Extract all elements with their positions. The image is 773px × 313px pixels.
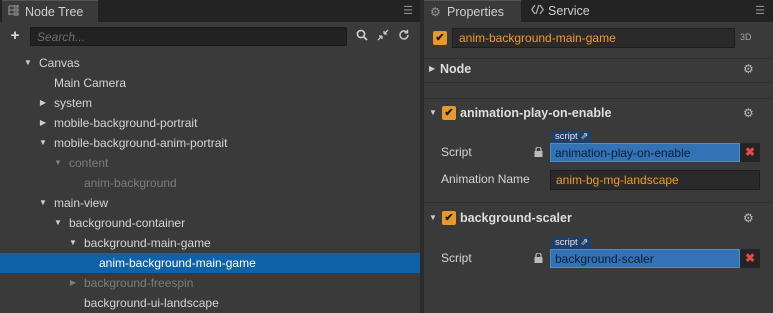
tree-node[interactable]: ▼ content (0, 153, 420, 173)
external-link-icon: ⇗ (580, 237, 589, 248)
tree-node[interactable]: ▶ system (0, 93, 420, 113)
component-title[interactable]: background-scaler (460, 211, 572, 225)
divider (424, 58, 773, 59)
divider (424, 82, 773, 83)
tree-node[interactable]: ▼ background-main-game (0, 233, 420, 253)
lock-icon (534, 146, 544, 157)
collapsed-arrow-icon[interactable]: ▶ (68, 273, 78, 293)
tree-node[interactable]: ▼ background-container (0, 213, 420, 233)
tree-node-label: Main Camera (54, 76, 127, 90)
script-tag-label: script (555, 131, 578, 142)
tab-properties[interactable]: ⚙ Properties (424, 0, 521, 22)
script-field[interactable]: background-scaler (550, 249, 740, 268)
script-field[interactable]: animation-play-on-enable (550, 143, 740, 162)
node-name-field[interactable]: anim-background-main-game (452, 28, 735, 48)
tree-node-label: content (69, 156, 109, 170)
properties-tabbar: ⚙ Properties Service ☰ (424, 0, 773, 22)
refresh-icon[interactable] (397, 29, 411, 45)
tab-service-label: Service (548, 4, 590, 18)
script-label: Script (441, 145, 472, 159)
tree-icon (8, 1, 22, 23)
tree-node-label: anim-background (84, 176, 177, 190)
node-section-title[interactable]: Node (440, 62, 471, 76)
tree-node-label: mobile-background-portrait (54, 116, 198, 130)
divider (424, 202, 773, 203)
tab-properties-label: Properties (447, 5, 504, 19)
tab-service[interactable]: Service (525, 0, 629, 22)
expanded-arrow-icon[interactable]: ▼ (429, 108, 437, 117)
node-enabled-checkbox[interactable]: ✔ (433, 31, 447, 45)
tab-node-tree-label: Node Tree (25, 5, 84, 19)
expanded-arrow-icon[interactable]: ▼ (68, 233, 78, 253)
expanded-arrow-icon[interactable]: ▼ (53, 213, 63, 233)
tree-node[interactable]: Main Camera (0, 73, 420, 93)
expanded-arrow-icon[interactable]: ▼ (38, 133, 48, 153)
service-icon (531, 0, 545, 22)
tree-node-label: Canvas (39, 56, 80, 70)
gear-icon[interactable]: ⚙ (743, 106, 754, 120)
expanded-arrow-icon[interactable]: ▼ (38, 193, 48, 213)
tree-node-label: background-main-game (84, 236, 211, 250)
gear-icon: ⚙ (430, 5, 441, 19)
component-title[interactable]: animation-play-on-enable (460, 106, 611, 120)
collapsed-arrow-icon[interactable]: ▶ (38, 113, 48, 133)
component-enabled-checkbox[interactable]: ✔ (442, 106, 456, 120)
tree-node[interactable]: anim-background-main-game (0, 253, 420, 273)
collapsed-arrow-icon[interactable]: ▶ (38, 93, 48, 113)
tree-node-label: mobile-background-anim-portrait (54, 136, 228, 150)
add-node-button[interactable]: + (8, 28, 22, 44)
tree-node[interactable]: anim-background (0, 173, 420, 193)
panel-menu-icon[interactable]: ☰ (402, 4, 414, 18)
tree-node-label: background-ui-landscape (84, 296, 219, 310)
tree-node[interactable]: ▼ mobile-background-anim-portrait (0, 133, 420, 153)
collapse-all-icon[interactable] (376, 29, 390, 45)
gear-icon[interactable]: ⚙ (743, 62, 754, 76)
script-label: Script (441, 251, 472, 265)
lock-icon (534, 252, 544, 263)
remove-script-button[interactable]: ✖ (740, 143, 760, 162)
script-tag[interactable]: script ⇗ (551, 131, 593, 143)
script-tag-label: script (555, 237, 578, 248)
3d-badge[interactable]: 3D (740, 32, 752, 42)
panel-menu-icon[interactable]: ☰ (754, 4, 766, 18)
search-icon[interactable] (355, 29, 369, 45)
animation-name-field[interactable]: anim-bg-mg-landscape (550, 170, 760, 190)
expanded-arrow-icon[interactable]: ▼ (53, 153, 63, 173)
divider (424, 98, 773, 99)
animation-name-label: Animation Name (441, 172, 530, 186)
search-input[interactable] (30, 27, 347, 46)
tree-node-label: background-freespin (84, 276, 194, 290)
collapsed-arrow-icon[interactable]: ▶ (429, 64, 435, 73)
script-tag[interactable]: script ⇗ (551, 237, 593, 249)
expanded-arrow-icon[interactable]: ▼ (429, 213, 437, 222)
tab-node-tree[interactable]: Node Tree (2, 0, 98, 22)
gear-icon[interactable]: ⚙ (743, 211, 754, 225)
node-tree-panel: Node Tree ☰ + ▼CanvasMain Camera▶system▶… (0, 0, 420, 313)
external-link-icon: ⇗ (580, 131, 589, 142)
tree-node[interactable]: ▶ mobile-background-portrait (0, 113, 420, 133)
tree-node-label: anim-background-main-game (99, 256, 256, 270)
remove-script-button[interactable]: ✖ (740, 249, 760, 268)
tree-node-label: background-container (69, 216, 186, 230)
tree-node[interactable]: background-ui-landscape (0, 293, 420, 313)
properties-panel: ⚙ Properties Service ☰ ✔ anim-background-… (424, 0, 773, 313)
tree-node-label: system (54, 96, 93, 110)
tree-node[interactable]: ▼ main-view (0, 193, 420, 213)
node-tree-tabbar: Node Tree ☰ (0, 0, 420, 22)
tree-node-label: main-view (54, 196, 109, 210)
expanded-arrow-icon[interactable]: ▼ (23, 53, 33, 73)
tree-node[interactable]: ▼ Canvas (0, 53, 420, 73)
tree-node[interactable]: ▶ background-freespin (0, 273, 420, 293)
component-enabled-checkbox[interactable]: ✔ (442, 211, 456, 225)
